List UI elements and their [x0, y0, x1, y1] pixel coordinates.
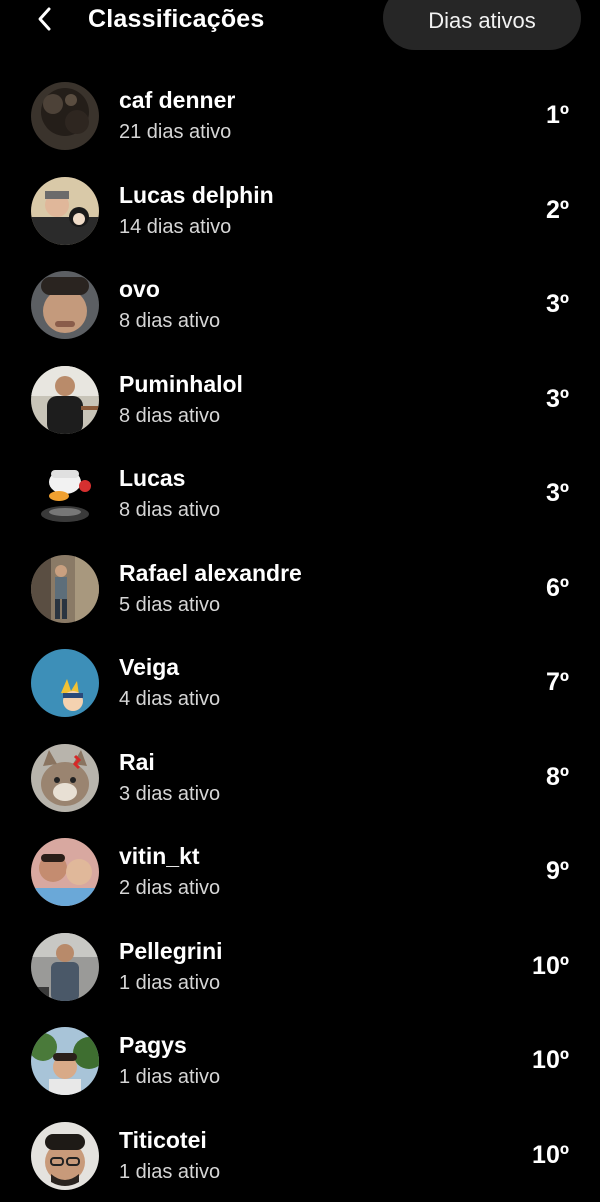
list-item[interactable]: Pellegrini 1 dias ativo 10º	[0, 919, 600, 1014]
rank-position: 3º	[546, 478, 569, 508]
rank-position: 2º	[546, 195, 569, 225]
chevron-left-icon	[35, 6, 55, 32]
list-item[interactable]: caf denner 21 dias ativo 1º	[0, 68, 600, 163]
avatar	[31, 1027, 99, 1095]
user-name: Puminhalol	[119, 370, 243, 398]
list-item[interactable]: Pagys 1 dias ativo 10º	[0, 1013, 600, 1108]
rank-position: 10º	[532, 1140, 569, 1170]
rank-position: 1º	[546, 100, 569, 130]
avatar	[31, 555, 99, 623]
user-name: ovo	[119, 275, 160, 303]
active-days: 2 dias ativo	[119, 875, 220, 901]
list-item[interactable]: Rai 3 dias ativo 8º	[0, 730, 600, 825]
user-name: Pagys	[119, 1031, 187, 1059]
user-name: Pellegrini	[119, 937, 223, 965]
avatar	[31, 649, 99, 717]
avatar	[31, 271, 99, 339]
top-bar: Classificações Dias ativos	[0, 0, 600, 60]
rank-position: 3º	[546, 384, 569, 414]
rank-position: 9º	[546, 856, 569, 886]
rank-position: 8º	[546, 762, 569, 792]
rank-position: 10º	[532, 1045, 569, 1075]
user-name: Titicotei	[119, 1126, 207, 1154]
user-name: Veiga	[119, 653, 179, 681]
avatar	[31, 1122, 99, 1190]
back-button[interactable]	[28, 2, 62, 36]
list-item[interactable]: Veiga 4 dias ativo 7º	[0, 635, 600, 730]
active-days: 21 dias ativo	[119, 119, 231, 145]
active-days: 8 dias ativo	[119, 403, 220, 429]
active-days: 5 dias ativo	[119, 592, 220, 618]
list-item[interactable]: Titicotei 1 dias ativo 10º	[0, 1108, 600, 1202]
avatar	[31, 933, 99, 1001]
user-name: vitin_kt	[119, 842, 200, 870]
active-days: 3 dias ativo	[119, 781, 220, 807]
rank-position: 6º	[546, 573, 569, 603]
user-name: Lucas delphin	[119, 181, 274, 209]
list-item[interactable]: Lucas delphin 14 dias ativo 2º	[0, 163, 600, 258]
list-item[interactable]: Puminhalol 8 dias ativo 3º	[0, 352, 600, 447]
active-days: 1 dias ativo	[119, 1064, 220, 1090]
list-item[interactable]: vitin_kt 2 dias ativo 9º	[0, 824, 600, 919]
user-name: Rai	[119, 748, 155, 776]
user-name: Rafael alexandre	[119, 559, 302, 587]
avatar	[31, 366, 99, 434]
avatar	[31, 82, 99, 150]
active-days: 8 dias ativo	[119, 497, 220, 523]
avatar	[31, 460, 99, 528]
avatar	[31, 744, 99, 812]
rank-position: 7º	[546, 667, 569, 697]
active-days: 4 dias ativo	[119, 686, 220, 712]
rank-position: 10º	[532, 951, 569, 981]
active-days: 1 dias ativo	[119, 1159, 220, 1185]
active-days: 1 dias ativo	[119, 970, 220, 996]
user-name: caf denner	[119, 86, 235, 114]
list-item[interactable]: ovo 8 dias ativo 3º	[0, 257, 600, 352]
list-item[interactable]: Rafael alexandre 5 dias ativo 6º	[0, 541, 600, 636]
list-item[interactable]: Lucas 8 dias ativo 3º	[0, 446, 600, 541]
ranking-list: caf denner 21 dias ativo 1º Lucas delphi…	[0, 68, 600, 1202]
page-title: Classificações	[88, 2, 265, 36]
avatar	[31, 838, 99, 906]
filter-dias-ativos-button[interactable]: Dias ativos	[383, 0, 581, 50]
active-days: 8 dias ativo	[119, 308, 220, 334]
active-days: 14 dias ativo	[119, 214, 231, 240]
user-name: Lucas	[119, 464, 185, 492]
rank-position: 3º	[546, 289, 569, 319]
avatar	[31, 177, 99, 245]
